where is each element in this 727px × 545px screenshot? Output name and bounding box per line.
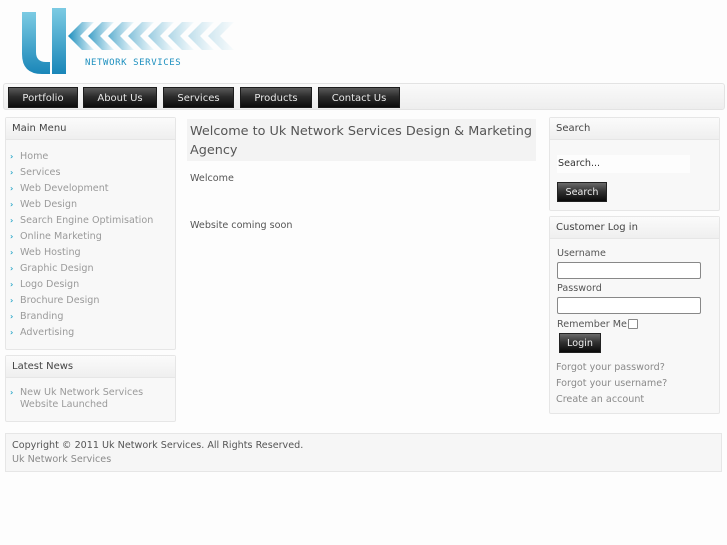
login-module: Customer Log in Username Password Rememb… xyxy=(549,216,720,414)
remember-me-label: Remember Me xyxy=(557,319,627,330)
chevron-right-icon: › xyxy=(10,312,14,321)
password-label: Password xyxy=(557,283,602,294)
news-item-label: New Uk Network Services Website Launched xyxy=(20,387,144,410)
logo-chevrons xyxy=(68,22,234,50)
chevron-right-icon: › xyxy=(10,152,14,161)
menu-item-logo-design[interactable]: › Logo Design xyxy=(10,277,175,293)
menu-item-label: Web Hosting xyxy=(20,247,81,258)
nav-contact-us[interactable]: Contact Us xyxy=(318,87,400,108)
remember-me-checkbox[interactable] xyxy=(628,319,638,329)
password-input[interactable] xyxy=(557,297,701,314)
menu-item-brochure-design[interactable]: › Brochure Design xyxy=(10,293,175,309)
menu-item-label: Branding xyxy=(20,311,64,322)
footer-link[interactable]: Uk Network Services xyxy=(12,454,111,465)
menu-item-label: Services xyxy=(20,167,61,178)
chevron-right-icon: › xyxy=(10,184,14,193)
menu-item-branding[interactable]: › Branding xyxy=(10,309,175,325)
menu-item-label: Online Marketing xyxy=(20,231,102,242)
search-module: Search Search xyxy=(549,117,720,211)
coming-soon-text: Website coming soon xyxy=(190,220,293,231)
nav-products[interactable]: Products xyxy=(240,87,312,108)
chevron-right-icon: › xyxy=(10,388,14,397)
main-menu-list: › Home › Services › Web Development › Web De… xyxy=(6,140,175,341)
menu-item-label: Brochure Design xyxy=(20,295,100,306)
create-account-link[interactable]: Create an account xyxy=(556,394,644,405)
chevron-right-icon: › xyxy=(10,280,14,289)
menu-item-label: Search Engine Optimisation xyxy=(20,215,154,226)
menu-item-label: Logo Design xyxy=(20,279,80,290)
chevron-right-icon: › xyxy=(10,264,14,273)
main-navigation: Portfolio About Us Services Products Con… xyxy=(3,83,725,110)
search-title: Search xyxy=(550,118,719,140)
login-title: Customer Log in xyxy=(550,217,719,239)
menu-item-web-hosting[interactable]: › Web Hosting xyxy=(10,245,175,261)
menu-item-services[interactable]: › Services xyxy=(10,165,175,181)
menu-item-online-marketing[interactable]: › Online Marketing xyxy=(10,229,175,245)
nav-about-us[interactable]: About Us xyxy=(83,87,157,108)
menu-item-label: Web Design xyxy=(20,199,78,210)
search-button[interactable]: Search xyxy=(557,182,607,202)
forgot-password-link[interactable]: Forgot your password? xyxy=(556,362,665,373)
footer: Copyright © 2011 Uk Network Services. Al… xyxy=(5,433,722,472)
main-menu-module: Main Menu › Home › Services › Web Developme… xyxy=(5,117,176,350)
forgot-username-link[interactable]: Forgot your username? xyxy=(556,378,667,389)
news-item[interactable]: › New Uk Network Services Website Launch… xyxy=(6,378,175,411)
chevron-right-icon: › xyxy=(10,200,14,209)
username-input[interactable] xyxy=(557,262,701,279)
menu-item-seo[interactable]: › Search Engine Optimisation xyxy=(10,213,175,229)
chevron-right-icon: › xyxy=(10,216,14,225)
logo-graphic: NETWORK SERVICES xyxy=(22,8,234,74)
login-button[interactable]: Login xyxy=(559,333,601,353)
latest-news-module: Latest News › New Uk Network Services We… xyxy=(5,355,176,422)
latest-news-title: Latest News xyxy=(6,356,175,378)
site-logo[interactable]: NETWORK SERVICES xyxy=(20,6,240,78)
menu-item-advertising[interactable]: › Advertising xyxy=(10,325,175,341)
chevron-right-icon: › xyxy=(10,248,14,257)
chevron-right-icon: › xyxy=(10,168,14,177)
chevron-right-icon: › xyxy=(10,328,14,337)
search-input[interactable] xyxy=(557,155,690,173)
page-title: Welcome to Uk Network Services Design & … xyxy=(187,119,536,161)
chevron-right-icon: › xyxy=(10,296,14,305)
menu-item-label: Advertising xyxy=(20,327,75,338)
welcome-text: Welcome xyxy=(190,173,234,184)
chevron-right-icon: › xyxy=(10,232,14,241)
menu-item-label: Graphic Design xyxy=(20,263,94,274)
nav-portfolio[interactable]: Portfolio xyxy=(8,87,78,108)
logo-subtitle: NETWORK SERVICES xyxy=(85,58,181,68)
logo-k-stem xyxy=(52,8,66,74)
menu-item-web-development[interactable]: › Web Development xyxy=(10,181,175,197)
logo-u-shape xyxy=(22,12,50,74)
menu-item-label: Web Development xyxy=(20,183,109,194)
menu-item-web-design[interactable]: › Web Design xyxy=(10,197,175,213)
menu-item-home[interactable]: › Home xyxy=(10,149,175,165)
nav-services[interactable]: Services xyxy=(163,87,234,108)
main-menu-title: Main Menu xyxy=(6,118,175,140)
menu-item-graphic-design[interactable]: › Graphic Design xyxy=(10,261,175,277)
menu-item-label: Home xyxy=(20,151,49,162)
copyright-text: Copyright © 2011 Uk Network Services. Al… xyxy=(12,440,304,451)
username-label: Username xyxy=(557,248,606,259)
